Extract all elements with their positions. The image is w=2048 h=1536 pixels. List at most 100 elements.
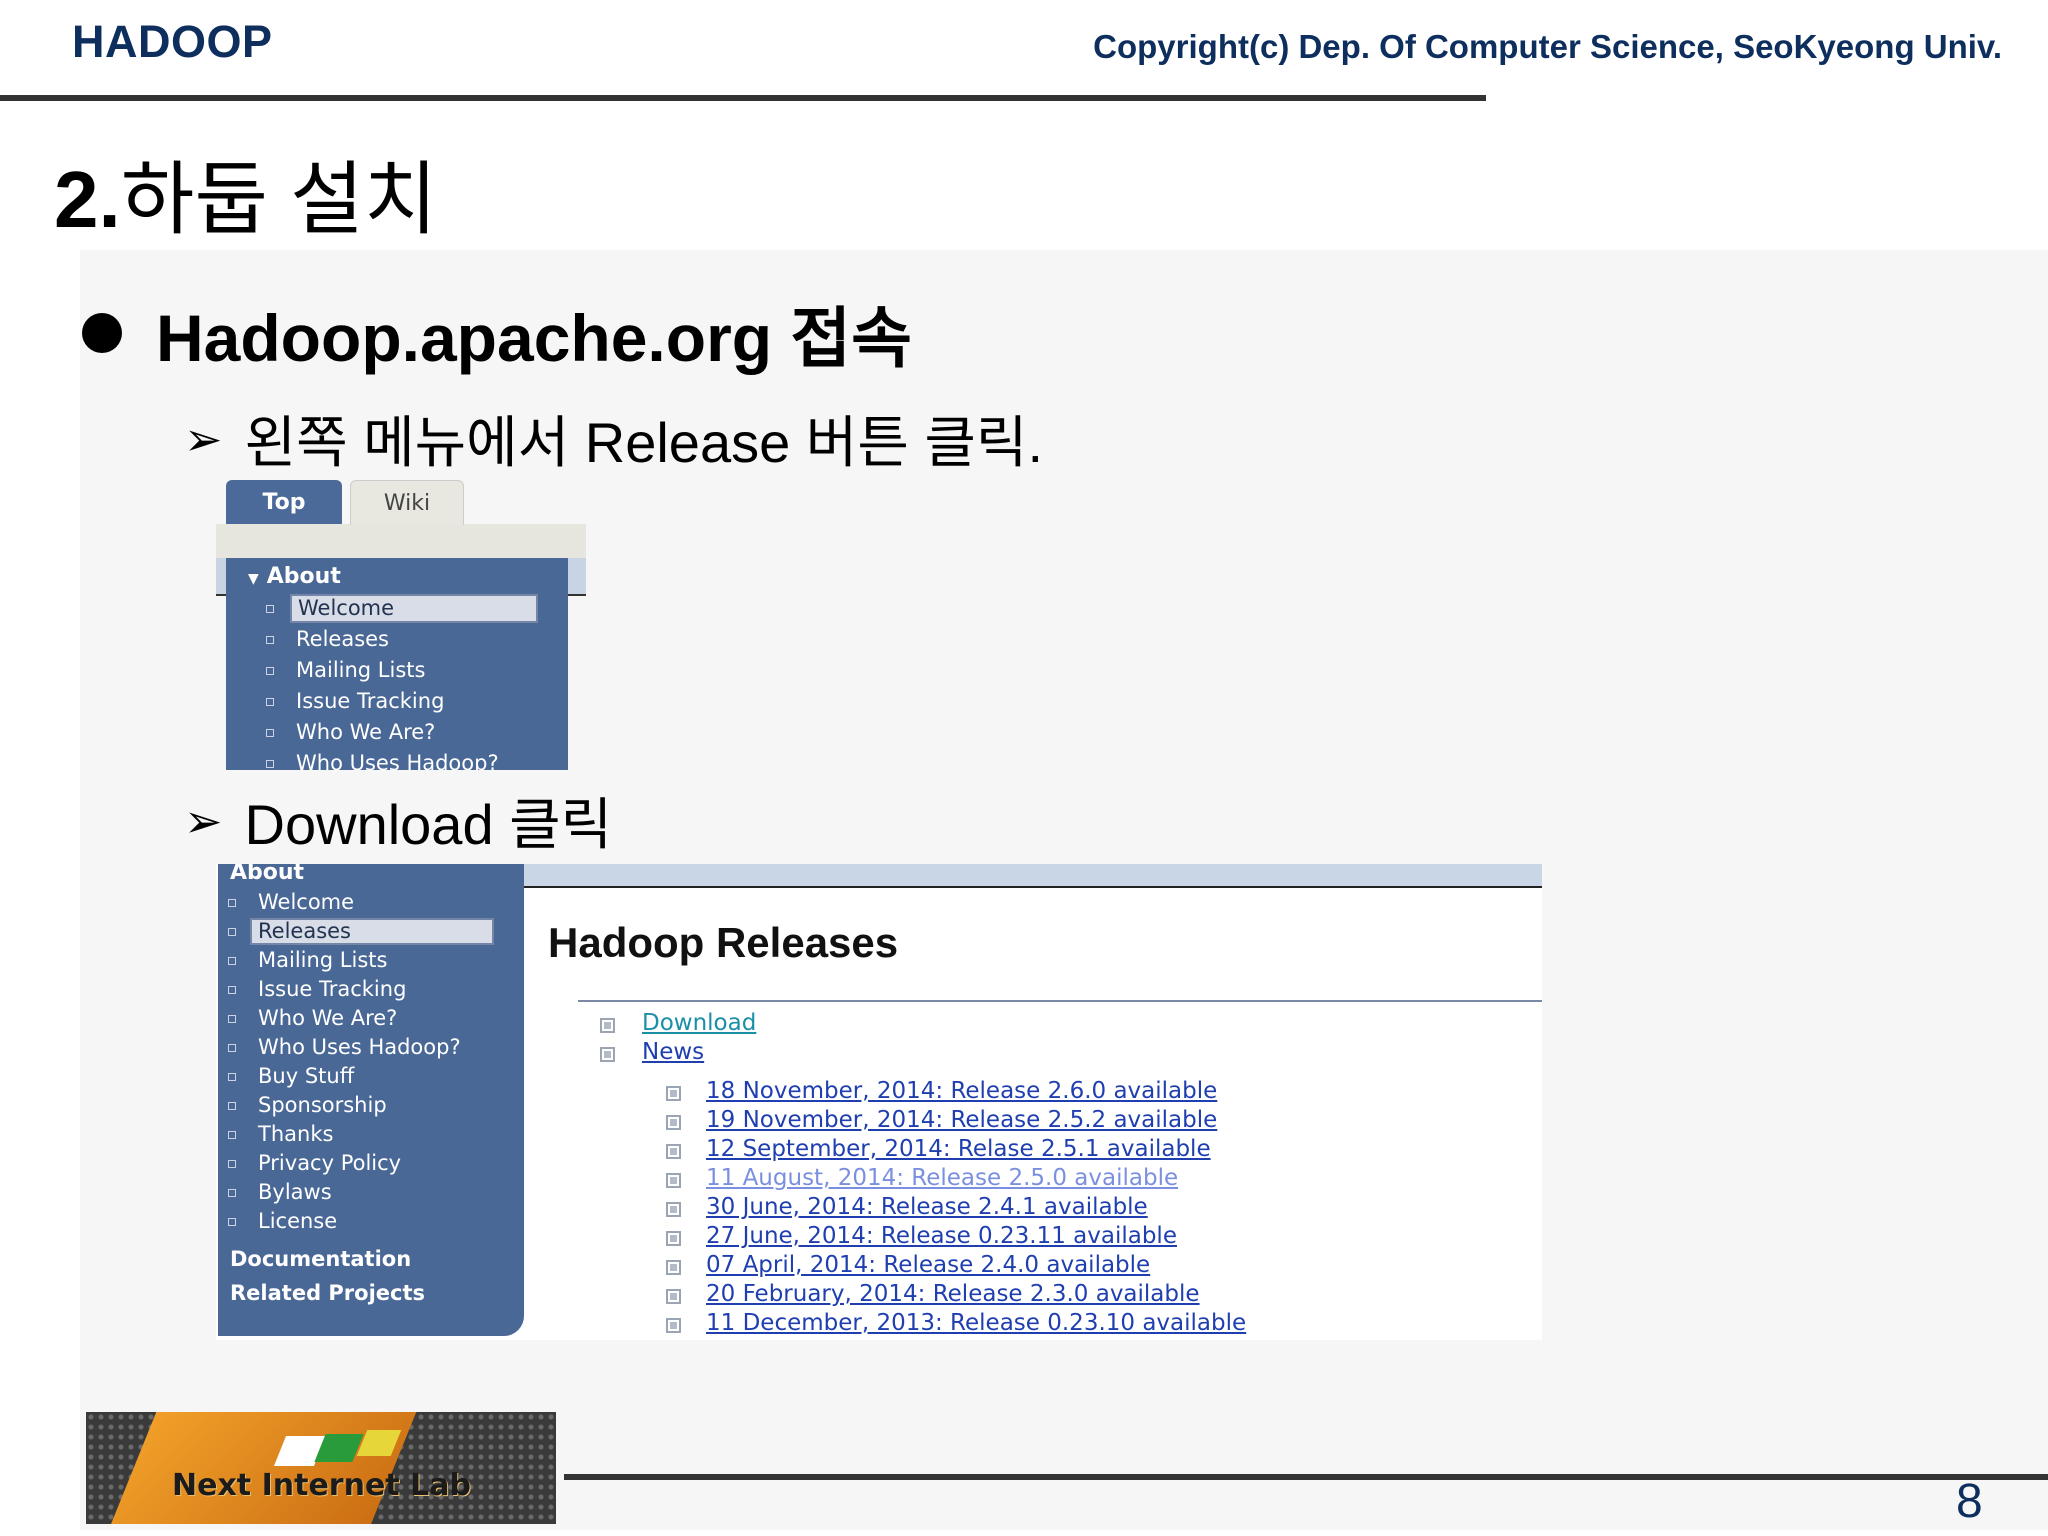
bullet-square-icon (228, 899, 236, 907)
sidebar-item[interactable]: Who We Are? (228, 1004, 524, 1033)
bullet-square-icon (266, 760, 274, 768)
sidebar-item-label: Welcome (290, 594, 538, 623)
bullet-square-icon (228, 986, 236, 994)
bullet-square-icon (266, 729, 274, 737)
sidebar-item-label: Privacy Policy (258, 1151, 402, 1175)
sidebar-item-label: Who Uses Hadoop? (296, 751, 499, 770)
sidebar-item[interactable]: Mailing Lists (266, 655, 568, 686)
sidebar-item[interactable]: Privacy Policy (228, 1149, 524, 1178)
sidebar-item[interactable]: Who Uses Hadoop? (266, 748, 568, 770)
sidebar-item-label: Who Uses Hadoop? (258, 1035, 461, 1059)
release-link[interactable]: Download (642, 1010, 756, 1036)
sidebar-item[interactable]: Issue Tracking (228, 975, 524, 1004)
expand-box-icon (600, 1018, 615, 1033)
expand-box-icon (666, 1260, 681, 1275)
sidebar-item-label: Mailing Lists (296, 658, 426, 682)
release-link[interactable]: 18 November, 2014: Release 2.6.0 availab… (706, 1078, 1217, 1104)
sidebar-item[interactable]: Welcome (228, 888, 524, 917)
sub-bullet-text: 왼쪽 메뉴에서 Release 버튼 클릭. (244, 411, 1044, 474)
sidebar-menu: ▼ About Welcome Releases Mailing Lists Issue… (226, 558, 568, 770)
bullet-square-icon (228, 1131, 236, 1139)
sidebar-item-label: Welcome (258, 890, 355, 914)
next-internet-lab-logo: Next Internet Lab (86, 1412, 556, 1524)
arrow-bullet-icon: ➢ (184, 794, 223, 847)
expand-box-icon (666, 1173, 681, 1188)
expand-box-icon (666, 1202, 681, 1217)
sidebar-item[interactable]: Releases (266, 624, 568, 655)
sidebar-item-label: Buy Stuff (258, 1064, 355, 1088)
copyright-text: Copyright(c) Dep. Of Computer Science, S… (1093, 28, 2002, 65)
release-link[interactable]: 19 November, 2014: Release 2.5.2 availab… (706, 1107, 1217, 1133)
bullet-square-icon (228, 957, 236, 965)
tab-top[interactable]: Top (226, 480, 342, 524)
page-title: Hadoop Releases (548, 919, 899, 966)
expand-box-icon (666, 1115, 681, 1130)
slide-title-text: 하둡 설치 (120, 155, 438, 244)
sidebar-item-label: Who We Are? (296, 720, 436, 744)
sidebar-item[interactable]: Mailing Lists (228, 946, 524, 975)
triangle-down-icon: ▼ (248, 571, 259, 587)
bullet-square-icon (266, 636, 274, 644)
bullet-dot-icon (82, 313, 122, 353)
sidebar-item[interactable]: License (228, 1207, 524, 1236)
sidebar-item-label: Sponsorship (258, 1093, 387, 1117)
expand-box-icon (666, 1086, 681, 1101)
expand-box-icon (600, 1047, 615, 1062)
main-bullet: Hadoop.apache.org 접속 (82, 285, 912, 381)
sidebar-item[interactable]: Releases (228, 917, 524, 946)
bullet-square-icon (266, 667, 274, 675)
release-link[interactable]: 30 June, 2014: Release 2.4.1 available (706, 1194, 1148, 1220)
release-link[interactable]: 27 June, 2014: Release 0.23.11 available (706, 1223, 1177, 1249)
footer-divider (564, 1474, 2048, 1480)
sidebar-item[interactable]: Who Uses Hadoop? (228, 1033, 524, 1062)
sidebar-item[interactable]: Buy Stuff (228, 1062, 524, 1091)
sidebar-section-link[interactable]: Related Projects (230, 1276, 524, 1310)
bullet-square-icon (228, 1015, 236, 1023)
sidebar-item[interactable]: Who We Are? (266, 717, 568, 748)
page-number: 8 (1956, 1475, 1983, 1528)
sidebar-item[interactable]: Thanks (228, 1120, 524, 1149)
bullet-square-icon (228, 928, 236, 936)
sidebar-item-label: Bylaws (258, 1180, 332, 1204)
sidebar-item[interactable]: Bylaws (228, 1178, 524, 1207)
sidebar-item[interactable]: Welcome (266, 593, 568, 624)
screenshot-releases-page: About Welcome Releases Mailing Lists Issue … (216, 864, 1542, 1340)
expand-box-icon (666, 1144, 681, 1159)
bullet-square-icon (228, 1044, 236, 1052)
bullet-square-icon (266, 605, 274, 613)
sidebar-section-about[interactable]: About (230, 864, 524, 888)
sidebar-item-label: Releases (250, 918, 494, 945)
bullet-text: Hadoop.apache.org 접속 (156, 301, 912, 375)
sidebar-section-link[interactable]: Documentation (230, 1242, 524, 1276)
sub-bullet-text: Download 클릭 (244, 793, 613, 856)
release-link[interactable]: 12 September, 2014: Relase 2.5.1 availab… (706, 1136, 1211, 1162)
sidebar-item[interactable]: Issue Tracking (266, 686, 568, 717)
release-link[interactable]: 11 December, 2013: Release 0.23.10 avail… (706, 1310, 1246, 1336)
sidebar-item[interactable]: Sponsorship (228, 1091, 524, 1120)
sidebar-section-about[interactable]: ▼ About (248, 564, 568, 589)
logo-text: Next Internet Lab (172, 1468, 471, 1503)
tab-wiki[interactable]: Wiki (350, 480, 464, 525)
slide-title: 2.하둡 설치 (54, 135, 437, 251)
release-link[interactable]: 11 August, 2014: Release 2.5.0 available (706, 1165, 1178, 1191)
release-link[interactable]: 20 February, 2014: Release 2.3.0 availab… (706, 1281, 1200, 1307)
screenshot-top-menu: Top Wiki ▼ About Welcome Releases Mailing L… (216, 480, 586, 770)
header-title: HADOOP (72, 16, 273, 67)
sidebar-menu: About Welcome Releases Mailing Lists Issue … (218, 864, 524, 1336)
sub-bullet-download: ➢ Download 클릭 (184, 780, 612, 861)
expand-box-icon (666, 1289, 681, 1304)
bullet-square-icon (228, 1189, 236, 1197)
release-link[interactable]: 15 October, 2013: Release 2.2.0 availabl… (706, 1339, 1190, 1340)
release-link[interactable]: 07 April, 2014: Release 2.4.0 available (706, 1252, 1150, 1278)
sub-bullet-release: ➢ 왼쪽 메뉴에서 Release 버튼 클릭. (184, 398, 1043, 479)
arrow-bullet-icon: ➢ (184, 412, 223, 465)
header-divider (0, 95, 1486, 101)
sidebar-item-label: Mailing Lists (258, 948, 388, 972)
sidebar-item-label: Thanks (258, 1122, 334, 1146)
release-link[interactable]: News (642, 1039, 704, 1065)
title-divider (578, 1000, 1542, 1002)
sidebar-item-label: Issue Tracking (258, 977, 407, 1001)
bullet-square-icon (266, 698, 274, 706)
slide-title-number: 2. (54, 155, 121, 244)
expand-box-icon (666, 1231, 681, 1246)
